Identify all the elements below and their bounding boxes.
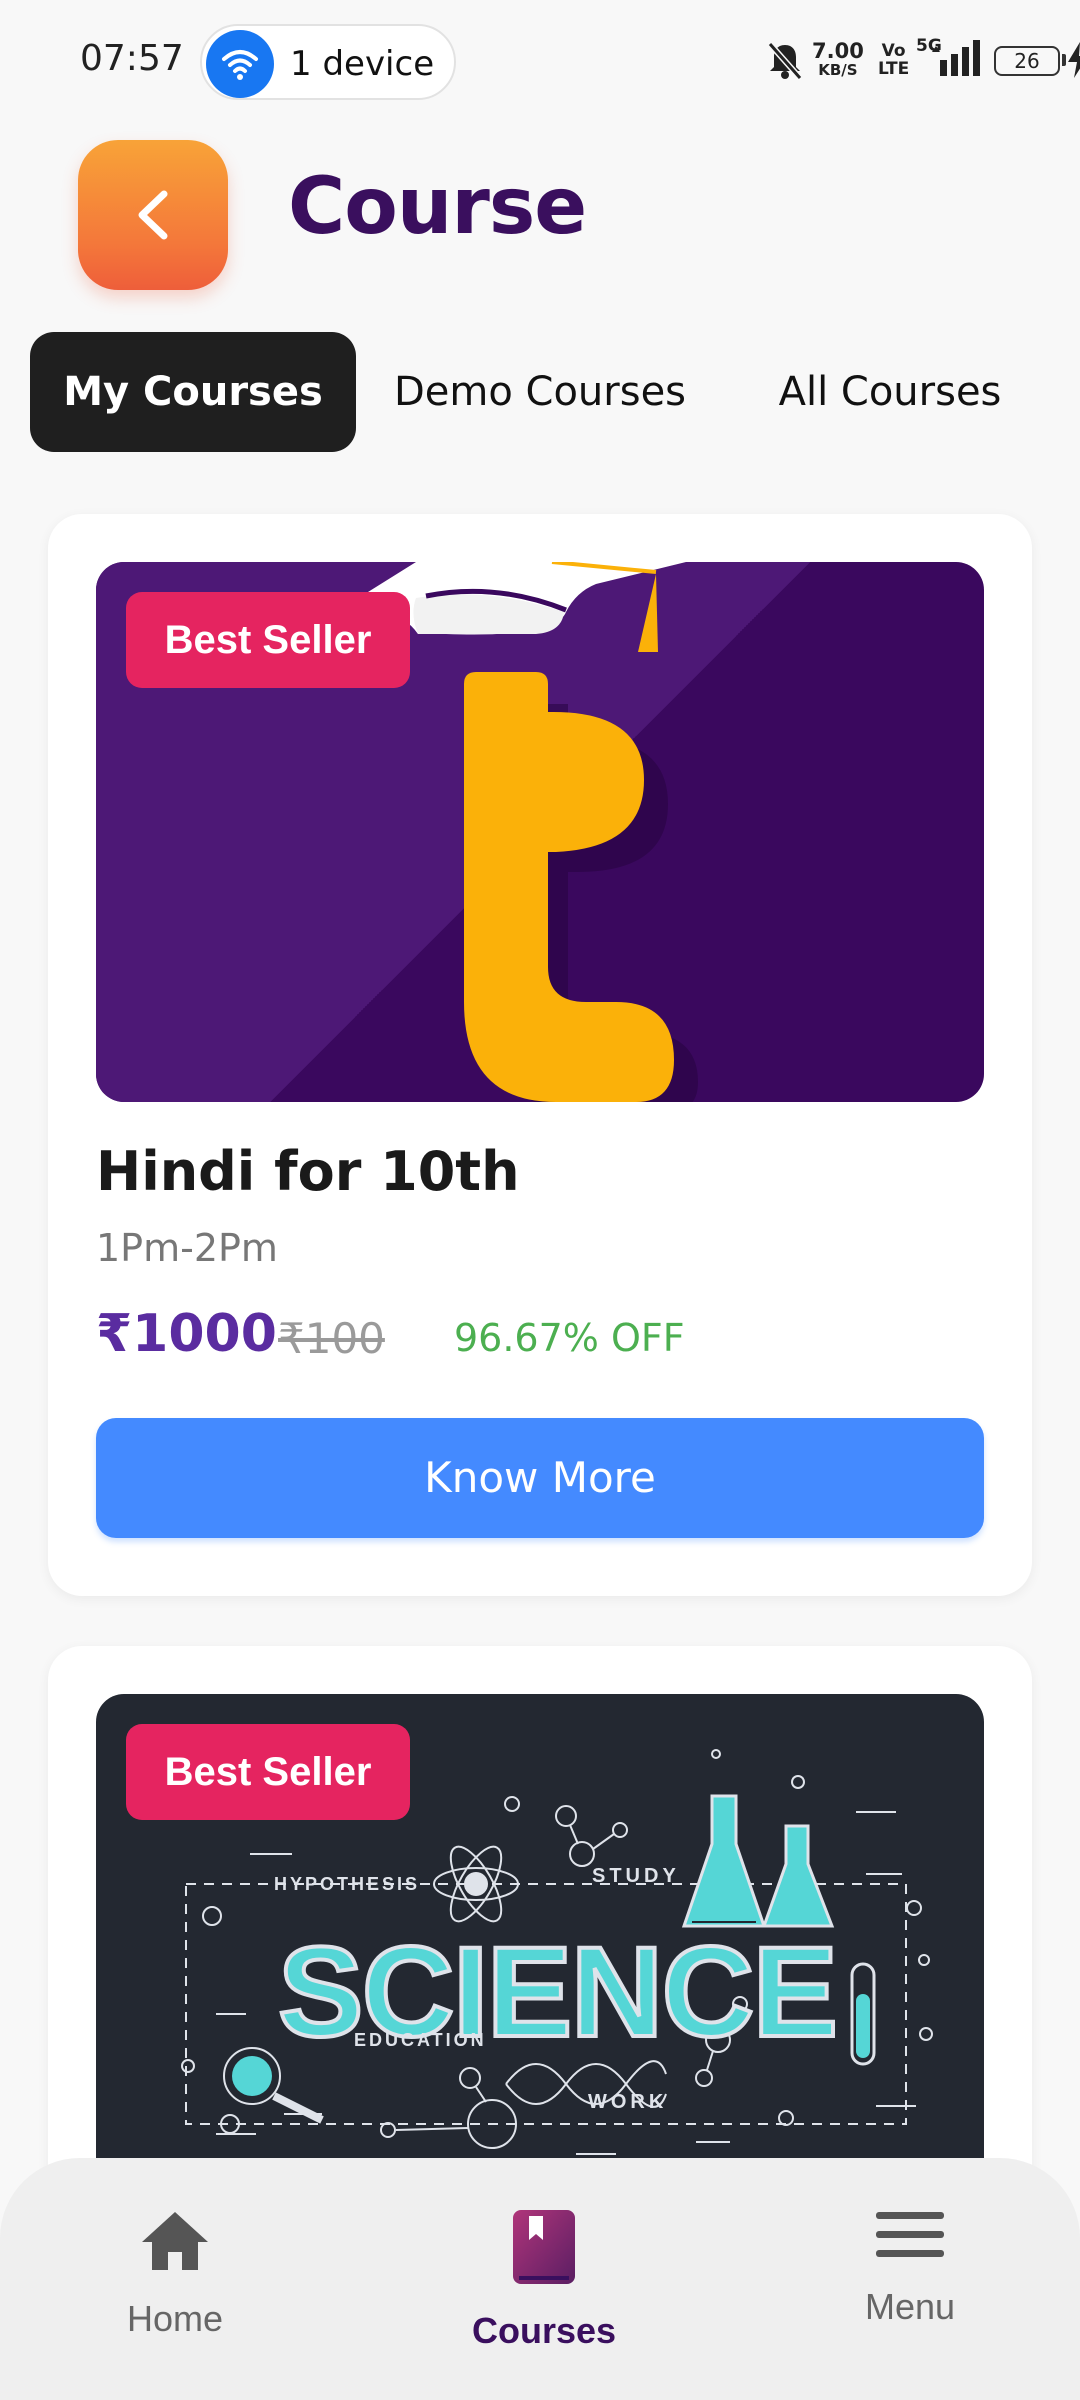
tab-my-courses[interactable]: My Courses xyxy=(30,332,356,452)
status-bar: 07:57 1 device 7.00 KB/S Vo LTE 5G 26 xyxy=(0,0,1080,124)
charging-bolt-icon xyxy=(1068,42,1080,78)
nav-label-home: Home xyxy=(126,2298,224,2339)
bell-muted-icon xyxy=(767,42,803,80)
discount-label: 96.67% OFF xyxy=(454,1316,685,1360)
best-seller-badge: Best Seller xyxy=(126,1724,410,1820)
nav-item-menu[interactable]: Menu xyxy=(790,2210,1030,2360)
tab-demo-courses[interactable]: Demo Courses xyxy=(370,332,710,452)
course-title: Hindi for 10th xyxy=(96,1140,520,1203)
home-icon xyxy=(142,2212,208,2270)
back-button[interactable] xyxy=(78,140,228,290)
know-more-button[interactable]: Know More xyxy=(96,1418,984,1538)
course-price: ₹1000 xyxy=(96,1304,277,1364)
course-card[interactable]: Best Seller Hindi for 10th 1Pm-2Pm ₹1000… xyxy=(48,514,1032,1596)
nav-label-menu: Menu xyxy=(864,2286,956,2327)
battery-tip xyxy=(1062,54,1066,66)
net-speed: 7.00 KB/S xyxy=(812,39,864,80)
battery-icon: 26 xyxy=(994,46,1060,76)
volte-top: Vo xyxy=(881,41,906,61)
wifi-icon xyxy=(206,30,274,98)
education-word: EDUCATION xyxy=(354,2030,487,2050)
original-price: ₹100 xyxy=(278,1314,385,1363)
chevron-left-icon xyxy=(138,190,168,240)
net-speed-unit: KB/S xyxy=(818,61,858,79)
work-word: WORK xyxy=(588,2091,667,2113)
device-pill[interactable]: 1 device xyxy=(200,24,456,100)
net-speed-value: 7.00 xyxy=(812,39,864,63)
volte-bottom: LTE xyxy=(878,59,910,79)
page-title: Course xyxy=(288,162,587,252)
menu-icon xyxy=(876,2212,944,2257)
tab-all-courses[interactable]: All Courses xyxy=(740,332,1040,452)
study-word: STUDY xyxy=(592,1865,680,1887)
device-label: 1 device xyxy=(290,44,435,84)
course-thumbnail[interactable]: SCIENCE HYPOTHESIS STUDY EDUCATION WORK … xyxy=(96,1694,984,2234)
course-time: 1Pm-2Pm xyxy=(96,1226,278,1270)
bottom-nav: Home Courses Menu xyxy=(0,2158,1080,2400)
nav-item-home[interactable]: Home xyxy=(55,2210,295,2360)
status-icons: 7.00 KB/S Vo LTE 5G 26 xyxy=(680,34,1080,94)
volte-indicator: Vo LTE xyxy=(878,42,909,78)
course-thumbnail[interactable]: Best Seller xyxy=(96,562,984,1102)
signal-icon xyxy=(932,40,980,76)
status-time: 07:57 xyxy=(80,38,184,79)
best-seller-badge: Best Seller xyxy=(126,592,410,688)
battery-level: 26 xyxy=(1014,49,1040,73)
nav-label-courses: Courses xyxy=(471,2310,617,2351)
hypothesis-word: HYPOTHESIS xyxy=(274,1874,420,1894)
nav-item-courses[interactable]: Courses xyxy=(424,2210,664,2360)
book-icon xyxy=(513,2210,575,2284)
